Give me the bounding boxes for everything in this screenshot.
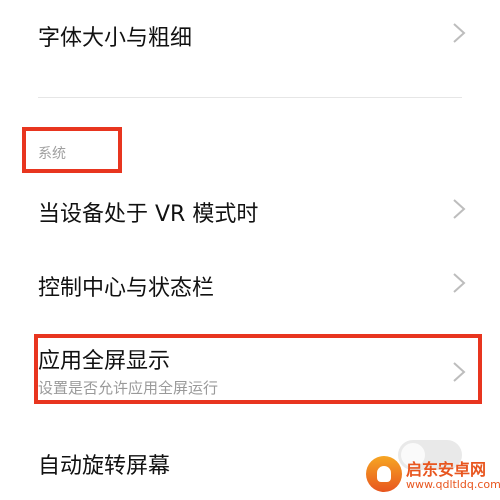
watermark-url: www.qdltldq.com [406, 478, 500, 491]
settings-item-label: 控制中心与状态栏 [38, 276, 215, 301]
chevron-right-icon [452, 198, 466, 220]
chevron-right-icon [452, 272, 466, 294]
settings-item-label: 自动旋转屏幕 [38, 454, 171, 479]
divider [38, 97, 462, 98]
watermark-logo-icon [366, 456, 402, 492]
settings-item-control-center[interactable]: 控制中心与状态栏 [0, 252, 500, 314]
settings-item-label: 当设备处于 VR 模式时 [38, 202, 259, 227]
chevron-right-icon [452, 22, 466, 44]
highlight-box-fullscreen [34, 334, 482, 404]
settings-item-label: 字体大小与粗细 [38, 26, 193, 51]
highlight-box-section [22, 127, 122, 173]
settings-item-vr-mode[interactable]: 当设备处于 VR 模式时 [0, 178, 500, 240]
settings-item-font-size[interactable]: 字体大小与粗细 [0, 0, 500, 70]
watermark-title: 启东安卓网 [406, 460, 487, 479]
site-watermark: 启东安卓网 www.qdltldq.com [366, 454, 500, 496]
